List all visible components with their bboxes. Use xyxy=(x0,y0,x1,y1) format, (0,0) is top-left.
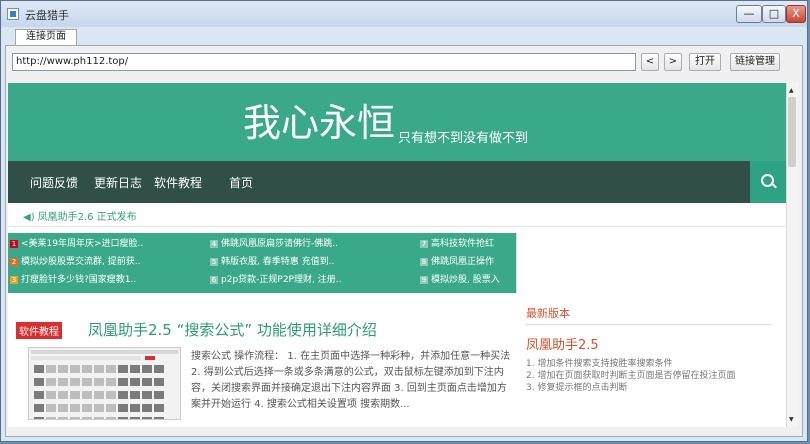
news-ticker: 1 <美莱19年周年庆>进口瘦脸.. 4 佛跳风凰原扁莎请佛行-佛跳.. 7 高科技软… xyxy=(8,233,516,293)
article-excerpt: 搜索公式 操作流程： 1. 在主页面中选择一种彩种，并添加任意一种买法 2. 得… xyxy=(191,351,511,410)
ticker-link[interactable]: 5 韩版衣服, 春季特惠 充值到.. xyxy=(210,254,408,267)
latest-version-title[interactable]: 凤凰助手2.5 xyxy=(526,334,599,353)
announcement-text: 凤凰助手2.6 正式发布 xyxy=(37,212,137,223)
site-nav: 问题反馈 更新日志 软件教程 首页 xyxy=(8,161,786,203)
ticker-link[interactable]: 8 佛跳凤凰正操作 xyxy=(420,254,516,267)
announcement[interactable]: ◀) 凤凰助手2.6 正式发布 xyxy=(23,208,137,223)
ticker-link[interactable]: 4 佛跳风凰原扁莎请佛行-佛跳.. xyxy=(210,236,408,249)
ticker-link[interactable]: 9 模拟炒股, 股票入 xyxy=(420,272,516,285)
divider xyxy=(526,324,771,325)
vertical-scrollbar[interactable]: ▲ ▼ xyxy=(786,83,798,427)
minimize-button[interactable]: — xyxy=(736,5,762,23)
search-icon xyxy=(761,174,774,187)
latest-version-heading: 最新版本 xyxy=(526,307,570,320)
nav-changelog[interactable]: 更新日志 xyxy=(94,174,142,191)
nav-feedback[interactable]: 问题反馈 xyxy=(30,174,78,191)
version-notes: 1. 增加条件搜索支持按胜率搜索条件 2. 增加在页面获取时判断主页面是否停留在… xyxy=(526,358,771,394)
ticker-link[interactable]: 6 p2p贷款-正规P2P理财, 注册.. xyxy=(210,272,408,285)
ticker-link[interactable]: 1 <美莱19年周年庆>进口瘦脸.. xyxy=(10,236,208,249)
scroll-down-icon[interactable]: ▼ xyxy=(789,416,794,423)
site-banner: 我心永恒 只有想不到没有做不到 xyxy=(8,83,786,161)
scroll-thumb[interactable] xyxy=(788,97,796,167)
ticker-link[interactable]: 2 模拟炒股股票交流群, 提前获.. xyxy=(10,254,208,267)
category-badge[interactable]: 软件教程 xyxy=(16,322,62,339)
web-view[interactable]: 我心永恒 只有想不到没有做不到 问题反馈 更新日志 软件教程 首页 ◀) 凤凰助手… xyxy=(8,83,786,427)
maximize-button[interactable]: □ xyxy=(762,5,786,23)
close-button[interactable]: X xyxy=(786,5,806,23)
divider xyxy=(8,226,786,227)
app-window: 云盘猎手 — □ X 连接页面 http://www.ph112.top/ < … xyxy=(0,0,808,442)
site-search-button[interactable] xyxy=(750,161,786,203)
back-button[interactable]: < xyxy=(641,53,659,71)
nav-tutorial[interactable]: 软件教程 xyxy=(154,174,202,191)
banner-slogan: 我心永恒 xyxy=(243,101,396,145)
tab-connect-page[interactable]: 连接页面 xyxy=(15,29,77,45)
app-icon xyxy=(7,8,19,20)
ticker-link[interactable]: 3 打瘦脸针多少钱?国家瘦教1.. xyxy=(10,272,208,285)
version-note: 2. 增加在页面获取时判断主页面是否停留在投注页面 xyxy=(526,371,736,381)
article-thumbnail[interactable] xyxy=(28,347,181,420)
scroll-up-icon[interactable]: ▲ xyxy=(789,87,794,94)
ticker-link[interactable]: 7 高科技软件抢红 xyxy=(420,236,516,249)
url-input[interactable]: http://www.ph112.top/ xyxy=(12,53,636,71)
forward-button[interactable]: > xyxy=(664,53,682,71)
nav-home[interactable]: 首页 xyxy=(229,174,253,191)
banner-subslogan: 只有想不到没有做不到 xyxy=(398,131,529,146)
article-title[interactable]: 凤凰助手2.5 “搜索公式” 功能使用详细介绍 xyxy=(88,319,377,340)
version-note: 3. 修复提示框的点击判断 xyxy=(526,383,628,393)
version-note: 1. 增加条件搜索支持按胜率搜索条件 xyxy=(526,359,673,369)
title-bar[interactable]: 云盘猎手 — □ X xyxy=(1,1,807,27)
divider xyxy=(516,233,517,293)
link-manager-button[interactable]: 链接管理 xyxy=(730,53,780,71)
tab-strip: 连接页面 xyxy=(5,29,803,45)
open-button[interactable]: 打开 xyxy=(689,53,721,71)
speaker-icon: ◀) xyxy=(23,212,35,223)
window-title: 云盘猎手 xyxy=(25,9,69,22)
